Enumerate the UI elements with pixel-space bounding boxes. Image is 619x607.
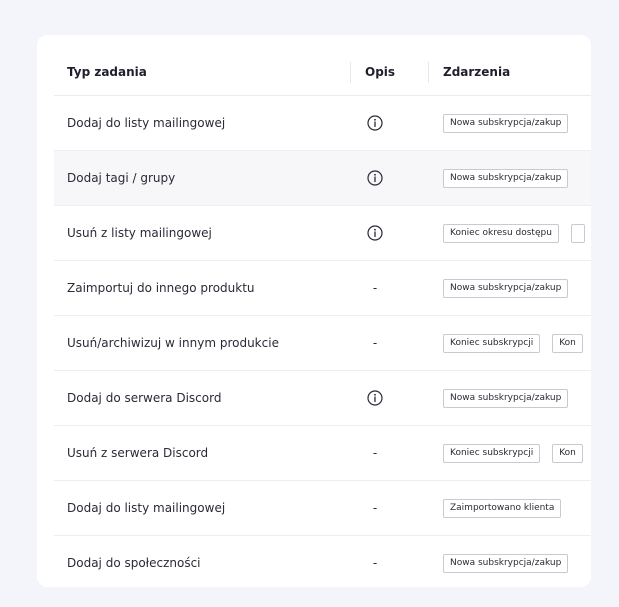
- event-badge: Kon: [552, 443, 583, 463]
- tasks-table: Typ zadania Opis Zdarzenia Dodaj do list…: [54, 50, 591, 587]
- table-header: Typ zadania Opis Zdarzenia: [54, 50, 591, 96]
- table-row[interactable]: Dodaj do serwera Discord Nowa subskrypcja…: [54, 371, 591, 426]
- task-type-cell: Usuń z listy mailingowej: [67, 226, 212, 240]
- events-cell: Koniec subskrypcji Kon: [443, 426, 583, 480]
- table-row[interactable]: Dodaj tagi / grupy Nowa subskrypcja/zakup: [54, 151, 591, 206]
- event-badge: Nowa subskrypcja/zakup: [443, 278, 569, 298]
- events-cell: Zaimportowano klienta: [443, 481, 562, 535]
- events-cell: Nowa subskrypcja/zakup: [443, 371, 569, 425]
- header-task-type: Typ zadania: [67, 65, 147, 79]
- event-badge: Nowa subskrypcja/zakup: [443, 388, 569, 408]
- event-badge: Nowa subskrypcja/zakup: [443, 553, 569, 573]
- table-row[interactable]: Usuń z serwera Discord - Koniec subskrypcj…: [54, 426, 591, 481]
- task-type-cell: Dodaj tagi / grupy: [67, 171, 176, 185]
- event-badge: Nowa subskrypcja/zakup: [443, 113, 569, 133]
- description-cell: [365, 96, 385, 150]
- events-cell: Nowa subskrypcja/zakup: [443, 536, 569, 587]
- task-type-cell: Dodaj do listy mailingowej: [67, 116, 226, 130]
- description-cell: -: [365, 426, 385, 480]
- table-row[interactable]: Usuń z listy mailingowej Koniec okresu do…: [54, 206, 591, 261]
- table-row[interactable]: Dodaj do społeczności - Nowa subskrypcja/z…: [54, 536, 591, 587]
- task-type-cell: Zaimportuj do innego produktu: [67, 281, 255, 295]
- table-row[interactable]: Dodaj do listy mailingowej - Zaimportowano…: [54, 481, 591, 536]
- description-cell: -: [365, 536, 385, 587]
- table-row[interactable]: Usuń/archiwizuj w innym produkcie - Koniec…: [54, 316, 591, 371]
- info-circle-icon[interactable]: [367, 115, 383, 131]
- event-badge: Nowa subskrypcja/zakup: [443, 168, 569, 188]
- event-badge: Koniec subskrypcji: [443, 443, 541, 463]
- event-badge: Koniec subskrypcji: [443, 333, 541, 353]
- header-description: Opis: [365, 65, 396, 79]
- events-cell: Nowa subskrypcja/zakup: [443, 96, 569, 150]
- table-row[interactable]: Dodaj do listy mailingowej Nowa subskrypc…: [54, 96, 591, 151]
- description-empty: -: [372, 336, 378, 350]
- event-badge: Kon: [552, 333, 583, 353]
- events-cell: Koniec okresu dostępu: [443, 206, 585, 260]
- description-empty: -: [372, 556, 378, 570]
- event-badge: Koniec okresu dostępu: [443, 223, 559, 243]
- description-cell: [365, 151, 385, 205]
- header-divider: [428, 62, 429, 83]
- info-circle-icon[interactable]: [367, 170, 383, 186]
- events-cell: Koniec subskrypcji Kon: [443, 316, 583, 370]
- task-type-cell: Usuń z serwera Discord: [67, 446, 209, 460]
- info-circle-icon[interactable]: [367, 225, 383, 241]
- info-circle-icon[interactable]: [367, 390, 383, 406]
- task-type-cell: Dodaj do listy mailingowej: [67, 501, 226, 515]
- task-type-cell: Usuń/archiwizuj w innym produkcie: [67, 336, 279, 350]
- description-cell: [365, 206, 385, 260]
- description-empty: -: [372, 281, 378, 295]
- description-empty: -: [372, 501, 378, 515]
- table-body: Dodaj do listy mailingowej Nowa subskrypc…: [54, 96, 591, 587]
- header-divider: [350, 62, 351, 83]
- header-events: Zdarzenia: [443, 65, 511, 79]
- table-row[interactable]: Zaimportuj do innego produktu - Nowa subsk…: [54, 261, 591, 316]
- description-cell: -: [365, 316, 385, 370]
- description-cell: -: [365, 481, 385, 535]
- task-type-cell: Dodaj do społeczności: [67, 556, 201, 570]
- events-cell: Nowa subskrypcja/zakup: [443, 151, 569, 205]
- description-cell: -: [365, 261, 385, 315]
- task-type-cell: Dodaj do serwera Discord: [67, 391, 222, 405]
- events-cell: Nowa subskrypcja/zakup: [443, 261, 569, 315]
- event-badge: [570, 223, 585, 243]
- tasks-card: Typ zadania Opis Zdarzenia Dodaj do list…: [37, 35, 591, 587]
- description-cell: [365, 371, 385, 425]
- description-empty: -: [372, 446, 378, 460]
- event-badge: Zaimportowano klienta: [443, 498, 562, 518]
